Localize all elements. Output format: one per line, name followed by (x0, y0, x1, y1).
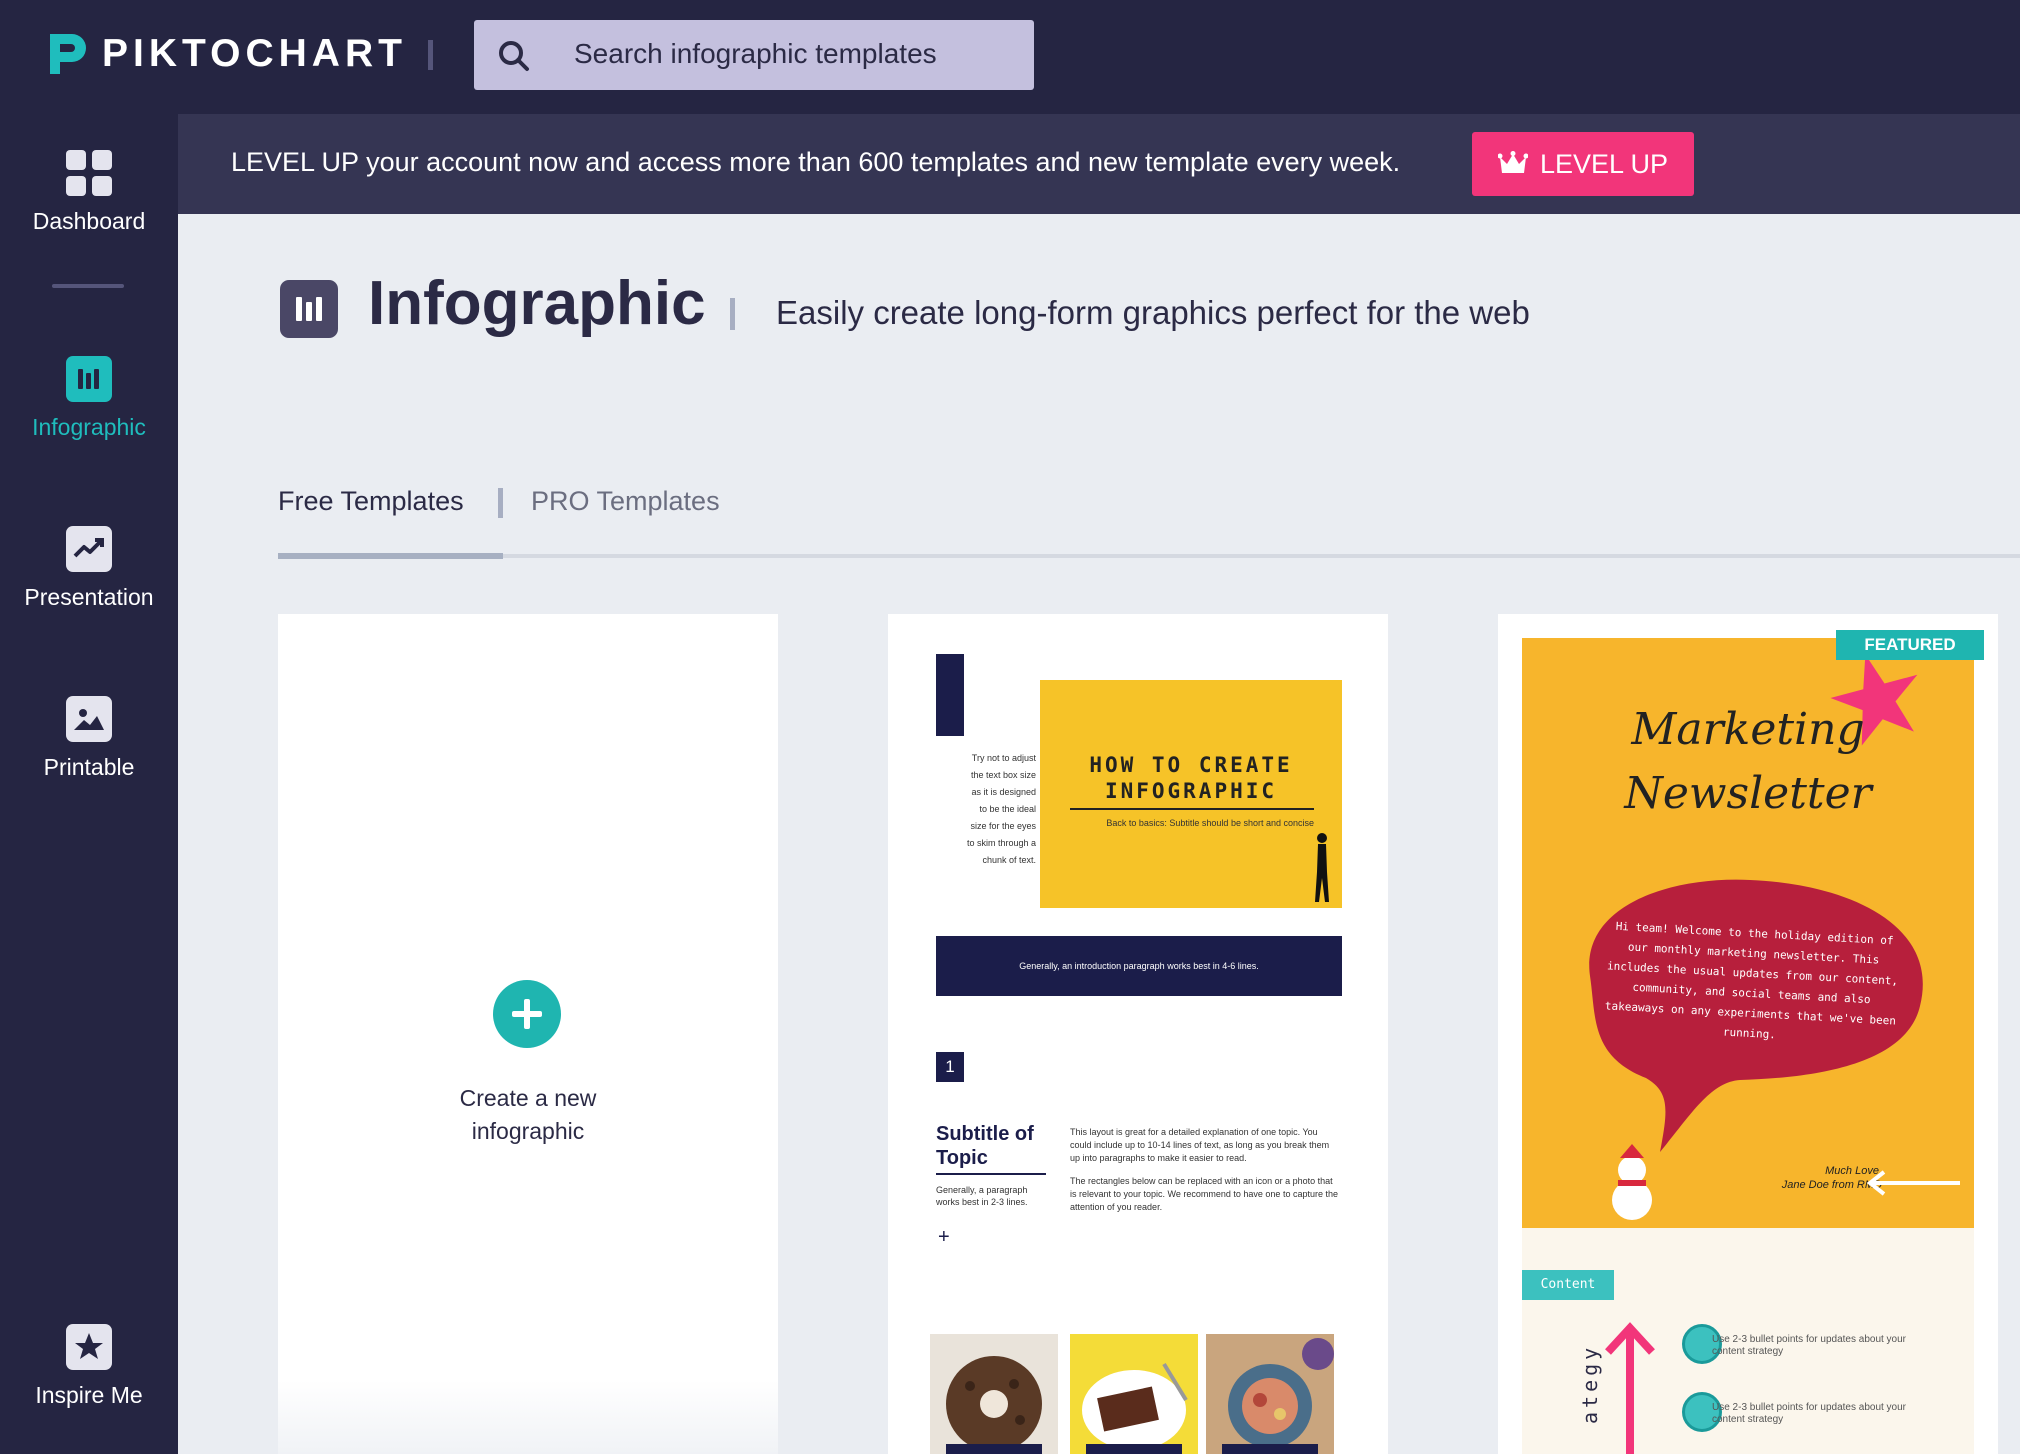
template-card-how-to-create[interactable]: Try not to adjust the text box size as i… (888, 614, 1388, 1454)
sidebar-item-printable[interactable]: Printable (0, 696, 178, 781)
divider (730, 298, 735, 330)
presentation-icon (66, 526, 112, 572)
plus-icon[interactable] (493, 980, 561, 1048)
paragraph: The rectangles below can be replaced wit… (1070, 1176, 1338, 1212)
create-new-line: Create a new (459, 1085, 597, 1111)
template-content-section: Content ategy Use 2-3 bullet points for … (1522, 1228, 1974, 1454)
sidebar-item-dashboard[interactable]: Dashboard (0, 150, 178, 235)
template-subtitle-note: Generally, a paragraph works best in 2-3… (936, 1185, 1028, 1207)
template-hero-block: HOW TO CREATE INFOGRAPHIC Back to basics… (1040, 680, 1342, 908)
title-line: Newsletter (1624, 768, 1872, 819)
divider (936, 1173, 1046, 1175)
sidebar-item-label: Inspire Me (35, 1382, 143, 1408)
infographic-icon (66, 356, 112, 402)
upgrade-banner: LEVEL UP your account now and access mor… (178, 114, 2020, 214)
person-silhouette-icon (1315, 833, 1329, 902)
search-input[interactable]: Search infographic templates (474, 20, 1034, 90)
printable-icon (66, 696, 112, 742)
star-icon (66, 1324, 112, 1370)
level-up-button[interactable]: LEVEL UP (1472, 132, 1694, 196)
template-hero-block: Marketing Newsletter Hi team! Welcome to… (1522, 638, 1974, 1228)
sidebar-item-label: Infographic (32, 414, 146, 440)
text-line: the text box size (970, 770, 1036, 780)
search-placeholder: Search infographic templates (574, 38, 937, 69)
arrow-left-icon (1866, 1170, 1960, 1196)
arrow-up-icon (1605, 1322, 1655, 1454)
divider (1070, 808, 1314, 810)
template-intro-bar: Generally, an introduction paragraph wor… (936, 936, 1342, 996)
template-card-marketing-newsletter[interactable]: Marketing Newsletter Hi team! Welcome to… (1498, 614, 1998, 1454)
template-blob-text: Hi team! Welcome to the holiday edition … (1604, 919, 1899, 1042)
dashboard-icon (66, 150, 112, 196)
heading-line: HOW TO CREATE (1089, 753, 1293, 777)
tab-underline-track (278, 554, 2020, 558)
content-tag: Content (1522, 1270, 1614, 1300)
template-subtitle: Subtitle of Topic (936, 1122, 1034, 1170)
infographic-icon (280, 280, 338, 338)
title-line: Marketing (1631, 704, 1865, 755)
text-line: to be the ideal (979, 804, 1036, 814)
template-strategy-label: ategy (1578, 1343, 1602, 1424)
snowman-icon (1612, 1144, 1652, 1220)
template-title: Marketing Newsletter (1522, 698, 1974, 826)
sidebar-item-infographic[interactable]: Infographic (0, 356, 178, 441)
tab-pro-templates[interactable]: PRO Templates (531, 486, 720, 517)
create-new-card[interactable]: Create a new infographic (278, 614, 778, 1454)
create-new-line: infographic (471, 1118, 585, 1144)
search-icon (499, 41, 529, 71)
level-up-label: LEVEL UP (1539, 148, 1669, 179)
page-title: Infographic (368, 269, 706, 338)
template-side-text: Try not to adjust the text box size as i… (930, 750, 1036, 869)
sidebar-item-label: Dashboard (32, 208, 146, 234)
template-bullet: Use 2-3 bullet points for updates about … (1712, 1334, 1907, 1357)
decorative-bar (936, 654, 964, 736)
sidebar: Dashboard Infographic Presentation Print… (0, 114, 178, 1454)
sidebar-item-inspire-me[interactable]: Inspire Me (0, 1324, 178, 1409)
paragraph: This layout is great for a detailed expl… (1070, 1127, 1330, 1163)
sidebar-item-presentation[interactable]: Presentation (0, 526, 178, 611)
text-line: Try not to adjust (971, 753, 1036, 763)
top-bar: PIKTOCHART Search infographic templates (0, 0, 2020, 114)
subtitle-line: Subtitle of (936, 1123, 1034, 1145)
template-heading: HOW TO CREATE INFOGRAPHIC (1040, 752, 1342, 804)
sidebar-item-label: Printable (43, 754, 135, 780)
brand-name: PIKTOCHART (102, 32, 407, 75)
template-preview: Marketing Newsletter Hi team! Welcome to… (1522, 638, 1974, 1454)
divider (498, 488, 503, 518)
cake-photo (1070, 1334, 1198, 1454)
subtitle-line: Topic (936, 1147, 988, 1169)
page-subtitle: Easily create long-form graphics perfect… (776, 294, 1530, 331)
text-line: as it is designed (971, 787, 1036, 797)
piktochart-logo-icon (50, 34, 86, 74)
scroll-fade (278, 1380, 778, 1454)
sidebar-item-label: Presentation (24, 584, 154, 610)
template-bullet: Use 2-3 bullet points for updates about … (1712, 1402, 1907, 1425)
food-bowl-photo (1206, 1334, 1334, 1454)
tab-free-templates[interactable]: Free Templates (278, 486, 464, 517)
signature-line: Much Love, (1825, 1165, 1882, 1177)
banner-text: LEVEL UP your account now and access mor… (231, 147, 1401, 177)
template-preview: Try not to adjust the text box size as i… (910, 636, 1366, 1454)
donut-photo (930, 1334, 1058, 1454)
text-line: chunk of text. (982, 855, 1036, 865)
text-line: to skim through a (966, 838, 1036, 848)
featured-badge: FEATURED (1836, 630, 1984, 660)
sidebar-divider (52, 284, 124, 288)
signature-line: Jane Doe from RMD (1781, 1179, 1882, 1191)
divider (428, 40, 433, 70)
tab-active-indicator (278, 553, 503, 559)
template-paragraphs: This layout is great for a detailed expl… (1070, 1126, 1340, 1214)
text-line: size for the eyes (970, 821, 1036, 831)
plus-icon: + (938, 1226, 950, 1248)
logo[interactable]: PIKTOCHART (44, 28, 407, 80)
template-section-number: 1 (936, 1052, 964, 1082)
heading-line: INFOGRAPHIC (1104, 779, 1278, 803)
crown-icon (1497, 151, 1528, 173)
template-signature: Much Love, Jane Doe from RMD (1712, 1164, 1882, 1192)
create-new-label: Create a new infographic (278, 1082, 778, 1148)
template-heading-subtitle: Back to basics: Subtitle should be short… (1106, 818, 1314, 828)
